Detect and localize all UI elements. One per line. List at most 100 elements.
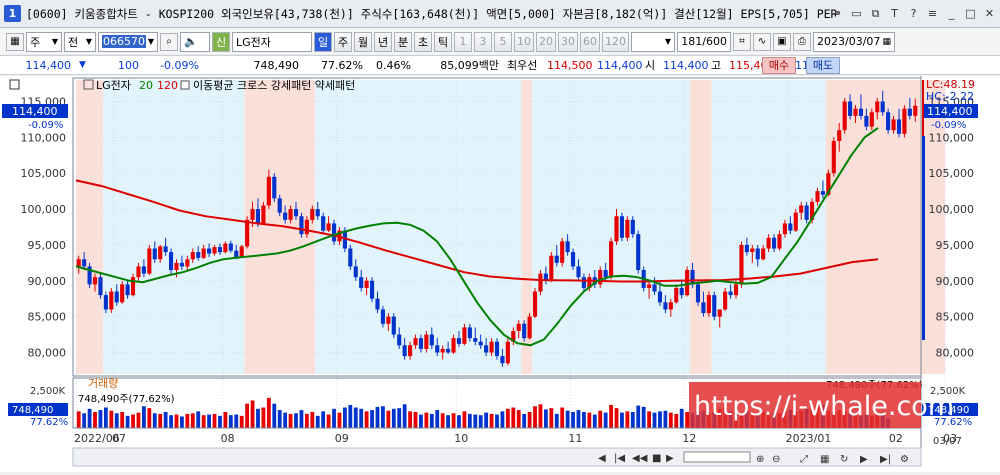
zoom-out-icon[interactable]: ⊖ (772, 454, 780, 465)
volume-bar (190, 413, 195, 428)
volume-bar (543, 409, 548, 428)
month-label: 10 (454, 432, 468, 445)
period-tick-button[interactable]: 틱 (434, 31, 452, 52)
period-week-button[interactable]: 주 (334, 31, 352, 52)
sound-button[interactable]: 🔈 (180, 31, 210, 52)
period-minute-button[interactable]: 분 (394, 31, 412, 52)
text-icon[interactable]: T (886, 5, 903, 22)
volume-bar (592, 414, 597, 428)
minute-3-button[interactable]: 3 (474, 31, 492, 52)
down-arrow-icon: ▼ (79, 60, 86, 70)
volume-bar (114, 413, 119, 428)
save-icon[interactable]: ▣ (773, 32, 791, 51)
period-month-button[interactable]: 월 (354, 31, 372, 52)
zoom-slider[interactable] (683, 451, 751, 463)
candle-body (864, 115, 869, 127)
month-label: 12 (682, 432, 696, 445)
menu-icon[interactable]: ≡ (924, 5, 941, 22)
count-input[interactable]: 181/600 (677, 31, 731, 52)
volume-bar (212, 413, 217, 428)
window-minimize-button[interactable]: _ (943, 5, 960, 22)
candle-body (685, 270, 690, 296)
minute-10-button[interactable]: 10 (514, 31, 534, 52)
candle-body (625, 219, 630, 238)
stock-code-input[interactable]: 066570 ▼ (98, 31, 158, 52)
next-icon[interactable]: ▶ (860, 454, 868, 465)
minute-5-button[interactable]: 5 (494, 31, 512, 52)
minute-120-button[interactable]: 120 (602, 31, 629, 52)
sell-button[interactable]: 매도 (806, 57, 840, 74)
volume-bar (234, 414, 239, 428)
date-input[interactable]: 2023/03/07 ▦ (813, 31, 895, 52)
minute-20-button[interactable]: 20 (536, 31, 556, 52)
volume-bar (429, 413, 434, 428)
candle-body (505, 341, 510, 364)
volume-bar (386, 410, 391, 428)
candle-body (647, 284, 652, 288)
indicator-icon[interactable]: ∿ (753, 32, 771, 51)
zoom-icon[interactable]: ⊕ (756, 454, 764, 465)
hc-label: HC:-2.22 (926, 90, 974, 103)
candle-body (750, 248, 755, 253)
buy-button[interactable]: 매수 (762, 57, 796, 74)
candle-body (815, 191, 820, 202)
volume-bar (152, 413, 157, 428)
settings-icon[interactable]: ⚙ (900, 454, 909, 465)
help-icon[interactable]: ? (905, 5, 922, 22)
custom-period-select[interactable]: ▼ (631, 31, 675, 52)
scroll-prev-icon[interactable]: ◀◀ (632, 453, 648, 464)
link-icon[interactable]: ⚭ (829, 5, 846, 22)
play-icon[interactable]: ▶ (666, 453, 674, 464)
candle-body (527, 316, 532, 339)
search-icon[interactable]: ⌕ (160, 32, 178, 51)
candle-body (386, 316, 391, 324)
minute-60-button[interactable]: 60 (580, 31, 600, 52)
type-select[interactable]: 전 ▼ (64, 31, 96, 52)
candle-body (321, 216, 326, 231)
candle-body (331, 223, 337, 242)
period-day-button[interactable]: 일 (314, 31, 332, 52)
scroll-first-icon[interactable]: |◀ (614, 453, 625, 464)
volume-bar (500, 411, 505, 428)
minute-1-button[interactable]: 1 (454, 31, 472, 52)
scroll-left-icon[interactable]: ◀ (598, 453, 606, 464)
chart-tools-icon[interactable]: ⌗ (733, 32, 751, 51)
panel-options-icon[interactable] (9, 79, 20, 90)
candle-body (728, 291, 733, 296)
volume-bar (408, 411, 412, 428)
candle-body (532, 291, 538, 317)
refresh-icon[interactable]: ↻ (840, 454, 848, 465)
restore-icon[interactable]: ⧉ (867, 5, 884, 22)
candle-body (793, 212, 798, 231)
candle-body (424, 334, 429, 349)
minute-30-button[interactable]: 30 (558, 31, 578, 52)
candle-body (239, 246, 244, 258)
grid-toggle-icon[interactable]: ▦ (820, 454, 829, 465)
stop-icon[interactable]: ■ (652, 453, 661, 464)
candle-body (397, 334, 402, 346)
scroll-bar[interactable] (72, 447, 922, 467)
market-select[interactable]: 주 ▼ (26, 31, 62, 52)
candle-body (92, 277, 98, 285)
volume-bar (440, 413, 445, 428)
volume-bar (652, 412, 657, 428)
fit-icon[interactable]: ⤢ (800, 454, 808, 465)
stock-chart[interactable]: 115,000 115,000110,000 110,000105,000 105,0… (0, 76, 1000, 472)
last-icon[interactable]: ▶| (880, 454, 891, 465)
open-price: 114,400 (663, 58, 709, 72)
candle-body (619, 216, 625, 238)
print-icon[interactable]: ⎙ (793, 32, 811, 51)
volume-bar (598, 410, 603, 428)
volume-bar (223, 412, 228, 428)
minimize-icon[interactable]: ▭ (848, 5, 865, 22)
pattern-toggle-icon[interactable] (180, 80, 190, 90)
volume-bar (516, 410, 521, 428)
candle-body (120, 284, 125, 303)
chart-area[interactable]: 115,000 115,000 110,000 110,000 105,000 105,0… (0, 76, 1000, 472)
window-maximize-button[interactable]: □ (962, 5, 979, 22)
window-close-button[interactable]: ✕ (981, 5, 998, 22)
sin-button[interactable]: 신 (212, 31, 230, 52)
period-second-button[interactable]: 초 (414, 31, 432, 52)
period-year-button[interactable]: 년 (374, 31, 392, 52)
layout-icon[interactable]: ▦ (6, 32, 24, 51)
